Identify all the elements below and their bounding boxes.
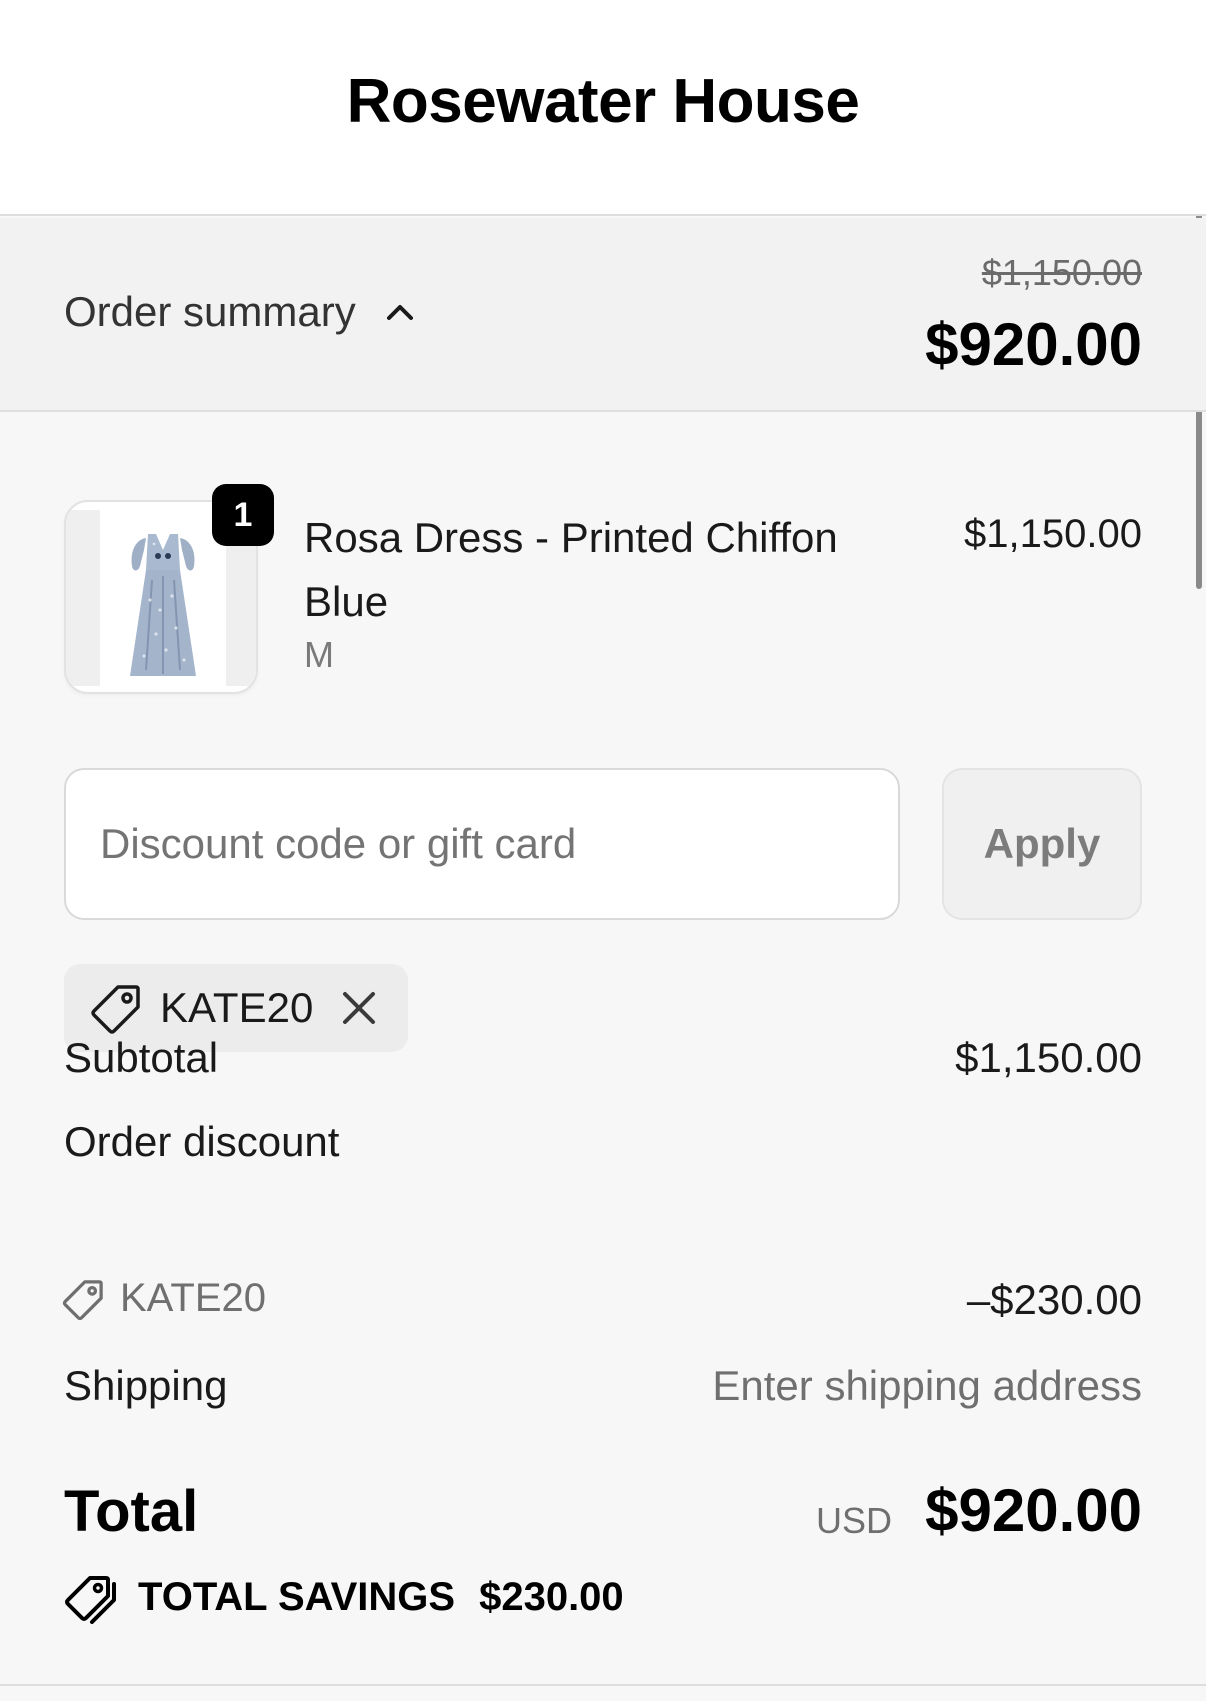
total-savings-amount: $230.00 [479, 1574, 624, 1619]
discount-code-input[interactable] [64, 768, 900, 920]
total-currency: USD [815, 1500, 892, 1541]
order-summary-bar[interactable]: Order summary $1,150.00 $920.00 [0, 218, 1206, 412]
dress-icon [100, 510, 226, 686]
tag-icon [62, 1279, 103, 1320]
order-discount-label: Order discount [64, 1118, 340, 1165]
remove-code-close-icon[interactable] [339, 988, 379, 1028]
product-name: Rosa Dress - Printed Chiffon Blue [304, 514, 838, 625]
thumbnail-side-panel [66, 510, 100, 686]
total-savings: TOTAL SAVINGS $230.00 [64, 1570, 624, 1624]
order-discount-code: KATE20 [62, 1276, 266, 1321]
store-header: Rosewater House [0, 0, 1206, 216]
total-label: Total [64, 1479, 199, 1544]
order-summary-toggle[interactable]: Order summary [64, 288, 416, 336]
total-savings-label: TOTAL SAVINGS [138, 1574, 456, 1619]
shipping-value: Enter shipping address [712, 1362, 1142, 1409]
applied-code-label: KATE20 [160, 984, 314, 1031]
product-variant: M [304, 634, 334, 675]
order-summary-label: Order summary [64, 288, 356, 335]
total-value: $920.00 [925, 1477, 1142, 1544]
divider [0, 1684, 1206, 1686]
chevron-up-icon [386, 305, 413, 320]
store-title: Rosewater House [346, 66, 860, 136]
order-discount-code-label: KATE20 [120, 1276, 266, 1320]
order-discount-value: –$230.00 [966, 1276, 1142, 1323]
product-price: $1,150.00 [964, 512, 1142, 556]
summary-total: $920.00 [925, 311, 1142, 378]
quantity-badge: 1 [212, 484, 274, 546]
double-tag-icon [65, 1576, 116, 1624]
subtotal-value: $1,150.00 [955, 1034, 1142, 1081]
shipping-label: Shipping [64, 1362, 228, 1409]
original-total: $1,150.00 [981, 252, 1142, 293]
subtotal-label: Subtotal [64, 1034, 219, 1081]
tag-icon [91, 985, 140, 1034]
apply-button[interactable]: Apply [942, 768, 1142, 920]
